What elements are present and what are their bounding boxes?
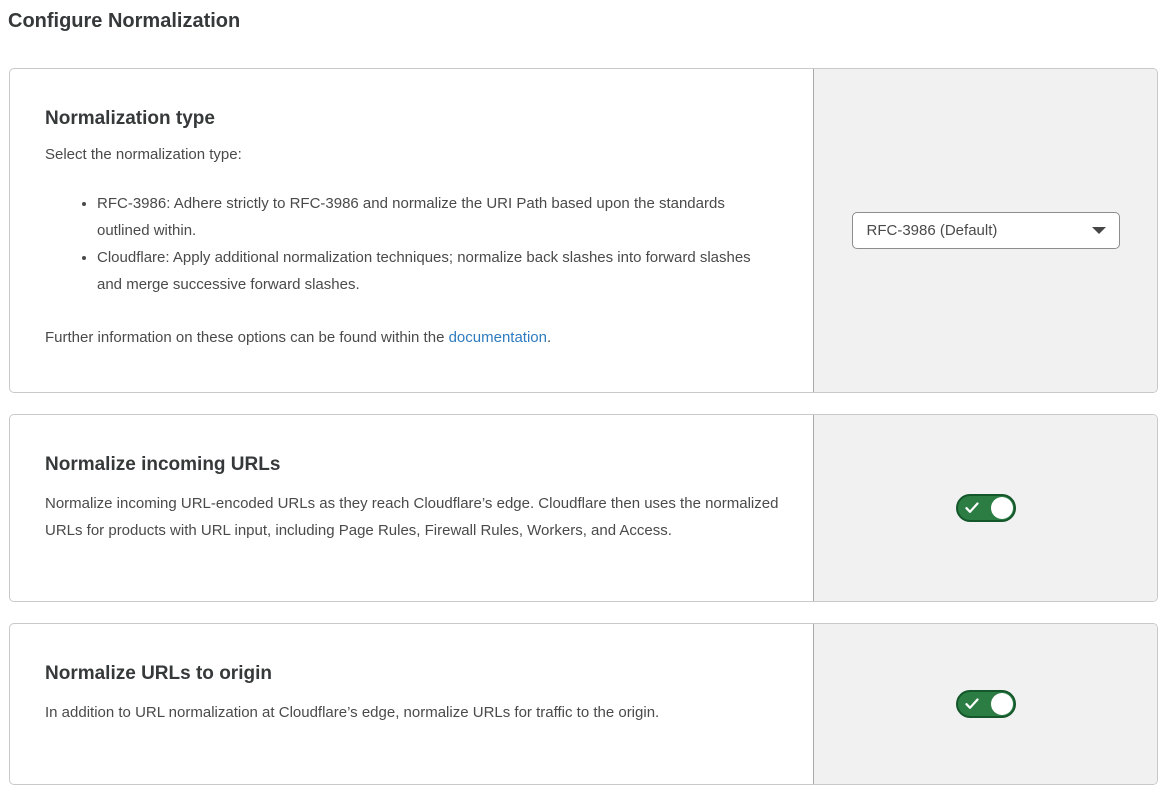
toggle-knob (991, 693, 1013, 715)
card-title-normalize-incoming-urls: Normalize incoming URLs (45, 453, 783, 477)
list-item: RFC-3986: Adhere strictly to RFC-3986 an… (97, 190, 775, 244)
normalize-urls-to-origin-toggle[interactable] (956, 690, 1016, 718)
check-icon (965, 502, 979, 514)
toggle-knob (991, 497, 1013, 519)
normalization-type-options-list: RFC-3986: Adhere strictly to RFC-3986 an… (45, 190, 775, 298)
normalization-type-control-panel: RFC-3986 (Default) (813, 69, 1157, 392)
page-title: Configure Normalization (8, 8, 1158, 34)
normalize-incoming-urls-card: Normalize incoming URLs Normalize incomi… (9, 414, 1158, 602)
normalization-type-card: Normalization type Select the normalizat… (9, 68, 1158, 393)
normalize-incoming-urls-toggle[interactable] (956, 494, 1016, 522)
normalize-urls-to-origin-control-panel (813, 624, 1157, 784)
normalize-urls-to-origin-card: Normalize URLs to origin In addition to … (9, 623, 1158, 785)
chevron-down-icon (1092, 227, 1106, 234)
footnote-text-after: . (547, 329, 551, 346)
documentation-link[interactable]: documentation (449, 329, 547, 346)
list-item: Cloudflare: Apply additional normalizati… (97, 244, 775, 298)
check-icon (965, 698, 979, 710)
normalize-incoming-urls-content: Normalize incoming URLs Normalize incomi… (10, 415, 813, 601)
normalize-urls-to-origin-description: In addition to URL normalization at Clou… (45, 699, 780, 726)
normalize-incoming-urls-description: Normalize incoming URL-encoded URLs as t… (45, 490, 780, 544)
configure-normalization-page: Configure Normalization Normalization ty… (0, 0, 1167, 785)
normalization-type-select[interactable]: RFC-3986 (Default) (852, 212, 1120, 249)
normalization-type-footnote: Further information on these options can… (45, 324, 783, 351)
card-title-normalize-urls-to-origin: Normalize URLs to origin (45, 662, 783, 686)
footnote-text-before: Further information on these options can… (45, 329, 449, 346)
normalize-incoming-urls-control-panel (813, 415, 1157, 601)
normalize-urls-to-origin-content: Normalize URLs to origin In addition to … (10, 624, 813, 784)
normalization-type-intro: Select the normalization type: (45, 144, 783, 165)
normalization-type-card-content: Normalization type Select the normalizat… (10, 69, 813, 392)
card-title-normalization-type: Normalization type (45, 107, 783, 131)
select-selected-value: RFC-3986 (Default) (867, 222, 998, 239)
